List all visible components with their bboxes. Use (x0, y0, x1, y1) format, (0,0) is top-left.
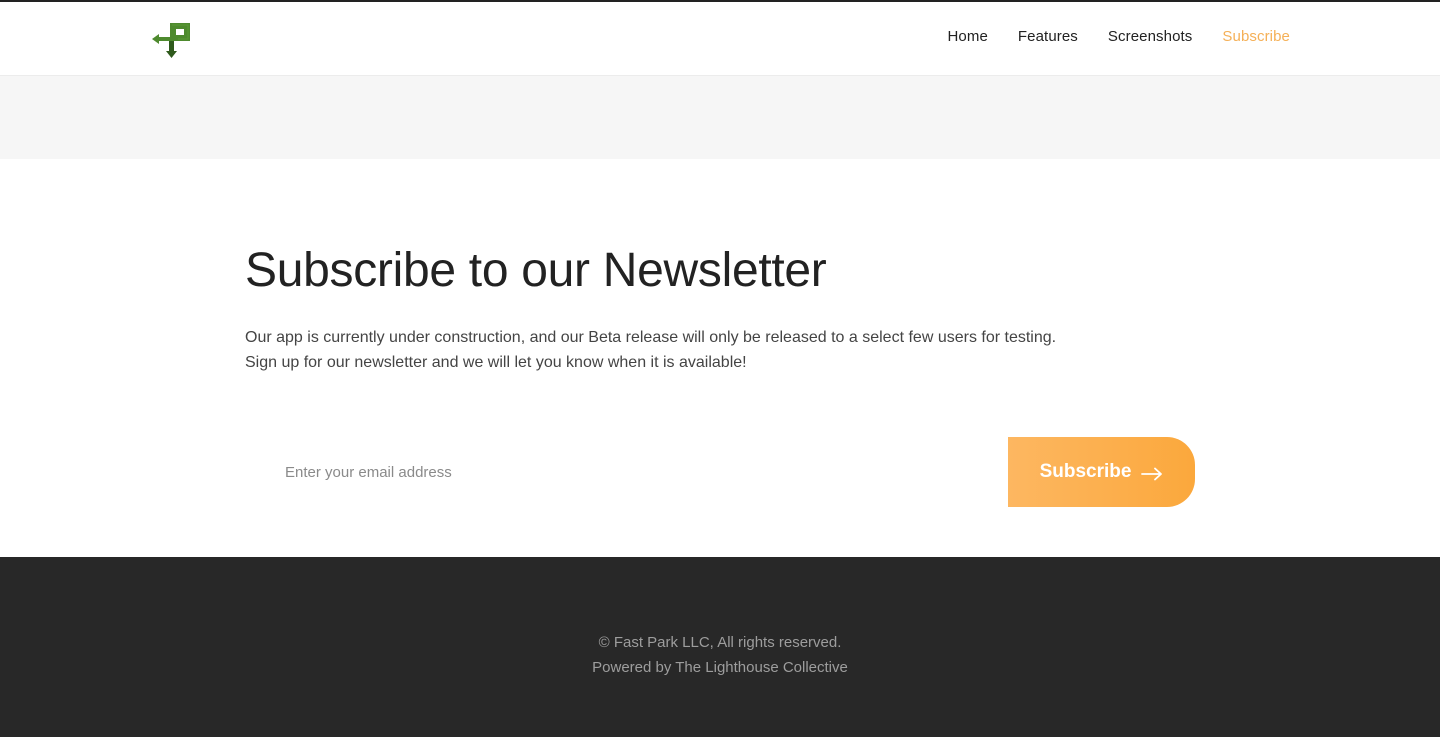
nav-features[interactable]: Features (1018, 28, 1078, 45)
parking-arrow-logo-icon[interactable] (152, 21, 194, 59)
arrow-right-icon (1141, 465, 1163, 481)
description-line-1: Our app is currently under construction,… (245, 329, 1057, 346)
newsletter-section: Subscribe to our Newsletter Our app is c… (0, 159, 1440, 557)
subscribe-button[interactable]: Subscribe (1008, 437, 1195, 507)
description-line-2: Sign up for our newsletter and we will l… (245, 354, 747, 371)
page: Home Features Screenshots Subscribe Subs… (0, 0, 1440, 737)
nav-screenshots[interactable]: Screenshots (1108, 28, 1192, 45)
site-footer: © Fast Park LLC, All rights reserved. Po… (0, 557, 1440, 737)
email-input[interactable] (245, 437, 1008, 507)
site-header: Home Features Screenshots Subscribe (0, 0, 1440, 76)
newsletter-description: Our app is currently under construction,… (245, 325, 1145, 375)
hero-band (0, 76, 1440, 159)
footer-copyright: © Fast Park LLC, All rights reserved. (598, 634, 842, 651)
footer-text: © Fast Park LLC, All rights reserved. Po… (0, 630, 1440, 680)
footer-powered-by: Powered by The Lighthouse Collective (592, 659, 848, 676)
main-nav: Home Features Screenshots Subscribe (947, 28, 1290, 45)
subscribe-button-label: Subscribe (1039, 461, 1132, 482)
page-title: Subscribe to our Newsletter (245, 244, 827, 297)
nav-subscribe[interactable]: Subscribe (1222, 28, 1290, 45)
nav-home[interactable]: Home (947, 28, 987, 45)
